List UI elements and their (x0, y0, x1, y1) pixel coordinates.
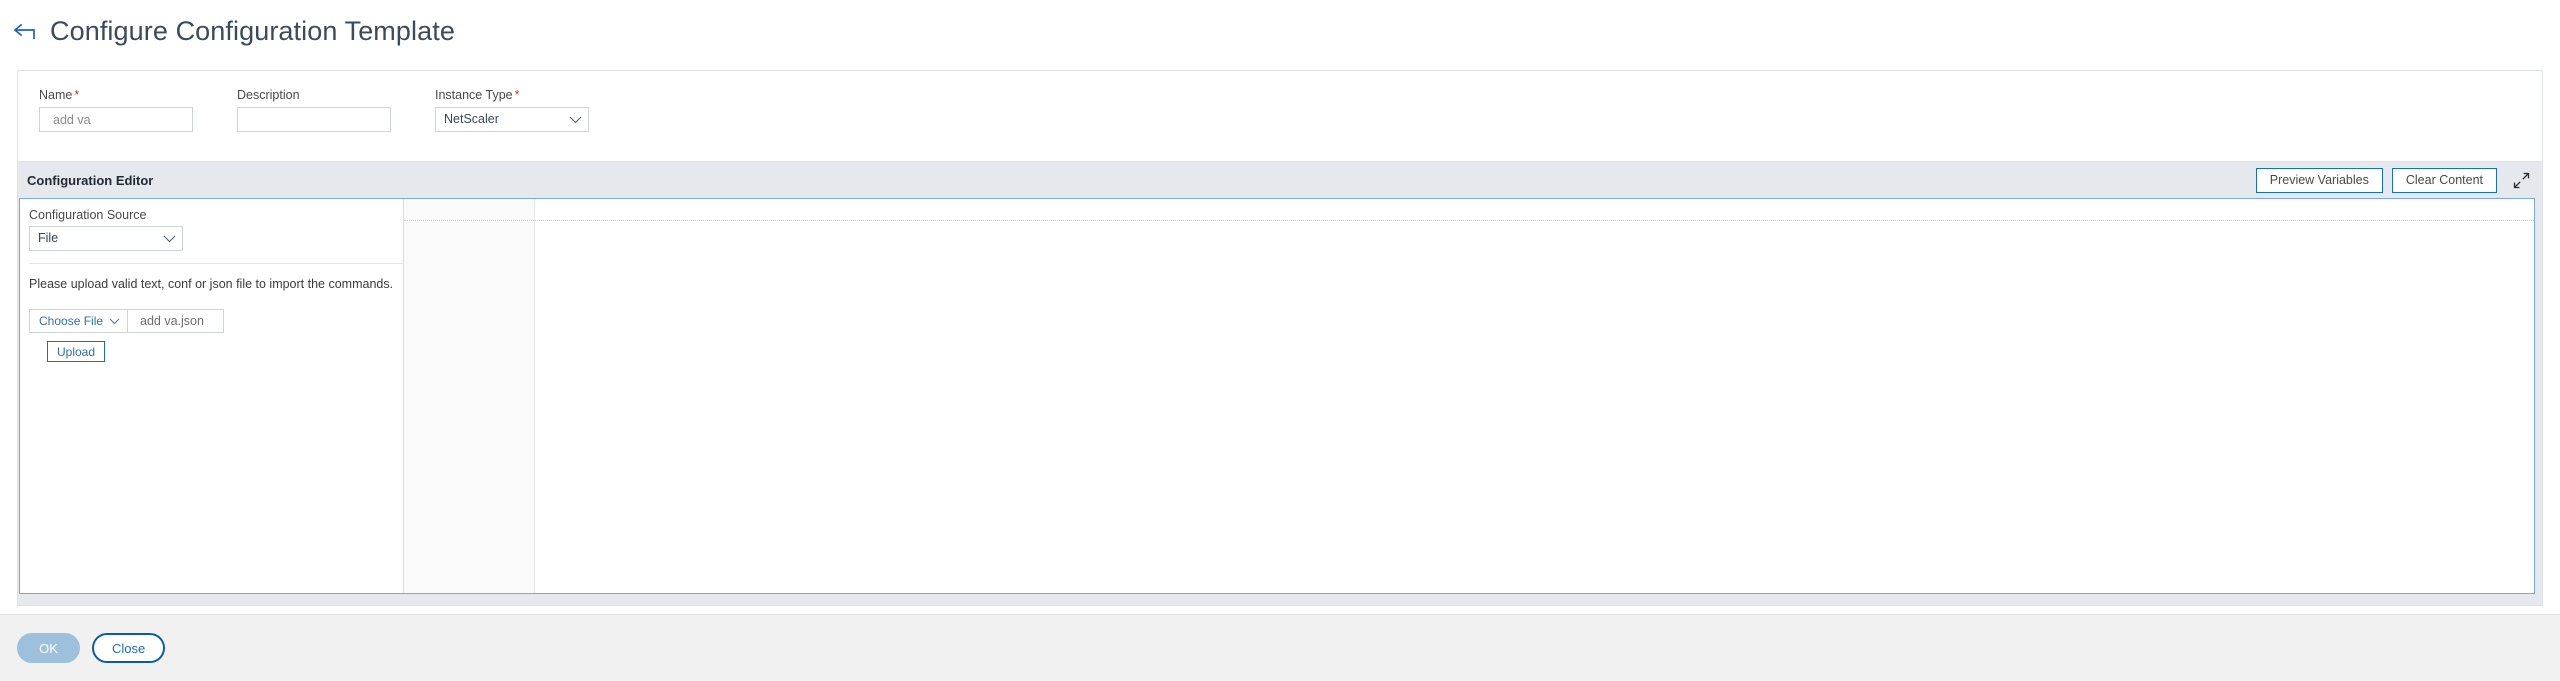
configuration-source-value: File (38, 231, 59, 245)
configure-configuration-template-page: Configure Configuration Template Name* D… (0, 0, 2560, 681)
editor-content-area[interactable] (535, 199, 2534, 593)
selected-file-name: add va.json (128, 309, 225, 333)
upload-button[interactable]: Upload (47, 341, 106, 362)
name-input[interactable] (39, 107, 193, 132)
chevron-down-icon (109, 314, 120, 328)
clear-content-button[interactable]: Clear Content (2391, 167, 2497, 193)
editor-content-top-rule (535, 220, 2534, 221)
name-label: Name * (39, 88, 80, 102)
configuration-source-panel: Configuration Source File Please upload … (20, 199, 2527, 593)
configuration-source-select-wrap: File (29, 226, 183, 251)
preview-variables-button[interactable]: Preview Variables (2255, 167, 2383, 193)
configuration-editor-section: Configuration Editor Preview Variables C… (17, 161, 2543, 606)
choose-file-button[interactable]: Choose File (29, 309, 129, 333)
page-footer: OK Close (0, 615, 2560, 681)
instance-type-field-group: Instance Type * NetScaler (435, 88, 589, 132)
configuration-editor-toolbar: Configuration Editor Preview Variables C… (18, 162, 2542, 198)
editor-top-rule (404, 220, 534, 221)
instance-type-required-marker: * (514, 88, 520, 102)
configuration-source-select-inner: File (29, 226, 183, 251)
description-label: Description (237, 88, 300, 102)
editor-line-number-gutter (404, 199, 535, 593)
close-button[interactable]: Close (92, 633, 166, 663)
configuration-editor-title: Configuration Editor (27, 172, 154, 188)
name-required-marker: * (74, 88, 80, 102)
configuration-source-label: Configuration Source (29, 208, 147, 222)
description-input[interactable] (237, 107, 391, 132)
configuration-source-select[interactable]: File (29, 226, 183, 251)
page-title: Configure Configuration Template (50, 16, 455, 46)
back-arrow-icon[interactable] (8, 19, 42, 45)
template-details-card: Name* Description Instance Type* NetScal… (17, 70, 2543, 161)
choose-file-label: Choose File (39, 314, 104, 328)
name-field-group: Name * (39, 88, 193, 132)
configuration-editor-body: Configuration Source File Please upload … (19, 198, 2535, 594)
instance-type-value: NetScaler (444, 112, 499, 126)
instance-type-select-wrap: NetScaler (435, 107, 589, 132)
page-header: Configure Configuration Template (0, 0, 2560, 63)
upload-hint-text: Please upload valid text, conf or json f… (29, 277, 394, 291)
expand-diagonal-icon[interactable] (2509, 168, 2533, 192)
ok-button[interactable]: OK (17, 633, 80, 663)
configuration-editor-actions: Preview Variables Clear Content (2255, 167, 2533, 193)
file-picker-row: Choose File add va.json (29, 309, 225, 333)
form-row: Name* Description Instance Type* NetScal… (18, 88, 2542, 148)
instance-type-label: Instance Type * (435, 88, 520, 102)
description-field-group: Description (237, 88, 391, 132)
instance-type-select[interactable]: NetScaler (435, 107, 589, 132)
